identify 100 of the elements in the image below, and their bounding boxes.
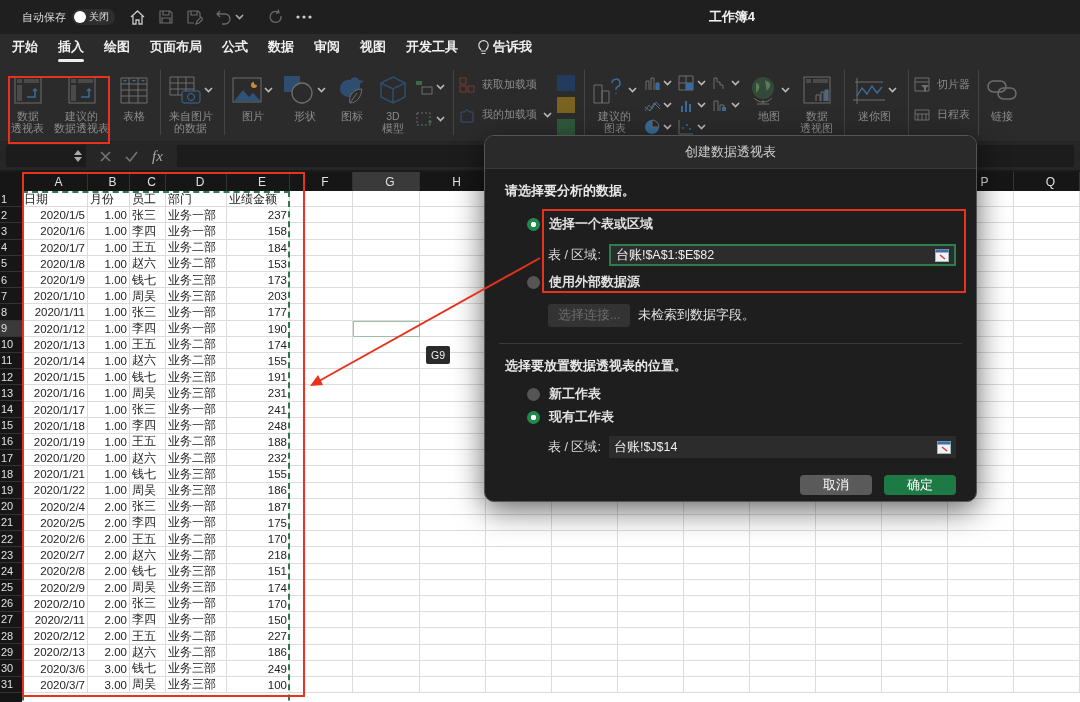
row-header[interactable]: 23 bbox=[0, 547, 22, 564]
radio-option[interactable]: 新工作表 bbox=[527, 386, 601, 403]
table-cell-text: 2020/1/19 bbox=[32, 434, 86, 450]
column-title-cell-text: 月份 bbox=[89, 191, 115, 207]
ribbon-tab[interactable]: 开始 bbox=[2, 38, 48, 64]
ribbon-tab[interactable]: 开发工具 bbox=[396, 38, 468, 64]
selected-cell[interactable] bbox=[353, 320, 420, 337]
radio-button[interactable] bbox=[527, 276, 540, 289]
radio-button[interactable] bbox=[527, 411, 540, 424]
range-field[interactable]: 台账!$J$14 bbox=[608, 436, 956, 458]
name-box[interactable] bbox=[6, 145, 86, 167]
ribbon-tab[interactable]: 绘图 bbox=[94, 38, 140, 64]
radio-option[interactable]: 使用外部数据源 bbox=[527, 274, 640, 291]
app-icon bbox=[556, 74, 576, 92]
row-header[interactable]: 2 bbox=[0, 207, 22, 224]
autosave-toggle[interactable]: 关闭 bbox=[72, 9, 115, 25]
home-icon[interactable] bbox=[129, 8, 146, 26]
stepper-icon bbox=[74, 149, 82, 163]
save-as-icon[interactable] bbox=[186, 9, 203, 25]
ribbon-tab[interactable]: 插入 bbox=[48, 38, 94, 64]
column-header[interactable]: F bbox=[290, 172, 353, 191]
table-cell-text: 1.00 bbox=[103, 402, 128, 418]
ribbon-tab[interactable]: 视图 bbox=[350, 38, 396, 64]
table-cell-text: 1.00 bbox=[103, 483, 128, 499]
table-cell-text: 2020/1/21 bbox=[32, 467, 86, 483]
check-icon[interactable] bbox=[125, 150, 138, 162]
row-header[interactable]: 12 bbox=[0, 369, 22, 386]
row-header[interactable]: 29 bbox=[0, 644, 22, 661]
table-cell-text: 203 bbox=[266, 289, 288, 305]
ribbon-tab[interactable]: 页面布局 bbox=[140, 38, 212, 64]
table-cell-text: 业务二部 bbox=[167, 628, 217, 644]
ok-button[interactable]: 确定 bbox=[884, 475, 956, 495]
save-icon[interactable] bbox=[158, 9, 174, 25]
table-cell-text: 业务一部 bbox=[167, 207, 217, 223]
range-picker-icon[interactable] bbox=[935, 248, 949, 262]
table-cell-text: 1.00 bbox=[103, 434, 128, 450]
redo-icon[interactable] bbox=[268, 9, 284, 25]
table-cell-text: 2.00 bbox=[103, 596, 128, 612]
table-cell-text: 1.00 bbox=[103, 370, 128, 386]
table-cell-text: 2020/1/8 bbox=[39, 256, 86, 272]
row-header[interactable]: 30 bbox=[0, 660, 22, 677]
table-cell-text: 2020/1/20 bbox=[32, 451, 86, 467]
undo-icon[interactable] bbox=[215, 9, 232, 25]
row-header[interactable]: 14 bbox=[0, 401, 22, 418]
table-cell-text: 2.00 bbox=[103, 548, 128, 564]
table-cell-text: 业务三部 bbox=[167, 369, 217, 385]
insert-function-button[interactable]: fx bbox=[152, 147, 163, 165]
table-cell-text: 业务三部 bbox=[167, 385, 217, 401]
table-cell-text: 业务三部 bbox=[167, 288, 217, 304]
row-header[interactable]: 24 bbox=[0, 563, 22, 580]
column-header[interactable]: Q bbox=[1014, 172, 1080, 191]
table-cell-text: 钱七 bbox=[131, 661, 157, 677]
range-field[interactable]: 台账!$A$1:$E$82 bbox=[608, 244, 956, 266]
pie-chart-icon[interactable] bbox=[644, 119, 660, 135]
row-header[interactable]: 8 bbox=[0, 304, 22, 321]
cancel-button[interactable]: 取消 bbox=[800, 475, 872, 495]
range-picker-icon[interactable] bbox=[937, 440, 951, 454]
table-cell-text: 业务二部 bbox=[167, 547, 217, 563]
table-cell-text: 周吴 bbox=[131, 580, 157, 596]
row-header[interactable]: 17 bbox=[0, 450, 22, 467]
caret-icon bbox=[731, 102, 740, 108]
row-header[interactable]: 13 bbox=[0, 385, 22, 402]
ribbon-tab[interactable]: 公式 bbox=[212, 38, 258, 64]
table-cell-text: 业务一部 bbox=[167, 321, 217, 337]
column-chart-icon[interactable] bbox=[644, 75, 660, 91]
table-cell-text: 2.00 bbox=[103, 580, 128, 596]
radio-option[interactable]: 选择一个表或区域 bbox=[527, 216, 653, 233]
table-cell-text: 191 bbox=[266, 370, 288, 386]
scatter-chart-icon[interactable] bbox=[678, 119, 694, 135]
section-heading: 选择要放置数据透视表的位置。 bbox=[505, 358, 688, 375]
ribbon-tab[interactable]: 审阅 bbox=[304, 38, 350, 64]
table-cell-text: 2020/1/14 bbox=[32, 353, 86, 369]
table-cell-text: 2020/1/5 bbox=[39, 208, 86, 224]
row-header[interactable]: 3 bbox=[0, 223, 22, 240]
field-label: 表 / 区域: bbox=[548, 438, 601, 456]
table-cell-text: 170 bbox=[266, 532, 288, 548]
ribbon-tab[interactable]: 数据 bbox=[258, 38, 304, 64]
combo-chart-icon[interactable] bbox=[712, 97, 728, 113]
radio-button[interactable] bbox=[527, 388, 540, 401]
table-cell-text: 张三 bbox=[131, 402, 157, 418]
column-header[interactable]: H bbox=[420, 172, 486, 191]
row-header[interactable]: 18 bbox=[0, 466, 22, 483]
ribbon-tab[interactable]: 告诉我 bbox=[468, 38, 542, 64]
table-cell-text: 186 bbox=[266, 645, 288, 661]
table-cell-text: 赵六 bbox=[131, 644, 157, 660]
table-cell-text: 158 bbox=[266, 224, 288, 240]
table-cell-text: 186 bbox=[266, 483, 288, 499]
radio-option[interactable]: 现有工作表 bbox=[527, 409, 614, 426]
more-icon[interactable] bbox=[296, 15, 312, 19]
column-header[interactable]: G bbox=[353, 172, 420, 191]
row-header[interactable]: 1 bbox=[0, 191, 22, 208]
caret-icon bbox=[204, 87, 213, 93]
shapes-icon bbox=[283, 75, 315, 105]
row-header[interactable]: 28 bbox=[0, 628, 22, 645]
radio-button[interactable] bbox=[527, 218, 540, 231]
row-header[interactable]: 19 bbox=[0, 482, 22, 499]
row-header[interactable]: 7 bbox=[0, 288, 22, 305]
treemap-icon[interactable] bbox=[678, 75, 694, 91]
cancel-icon[interactable] bbox=[100, 150, 111, 162]
table-cell-text: 1.00 bbox=[103, 467, 128, 483]
